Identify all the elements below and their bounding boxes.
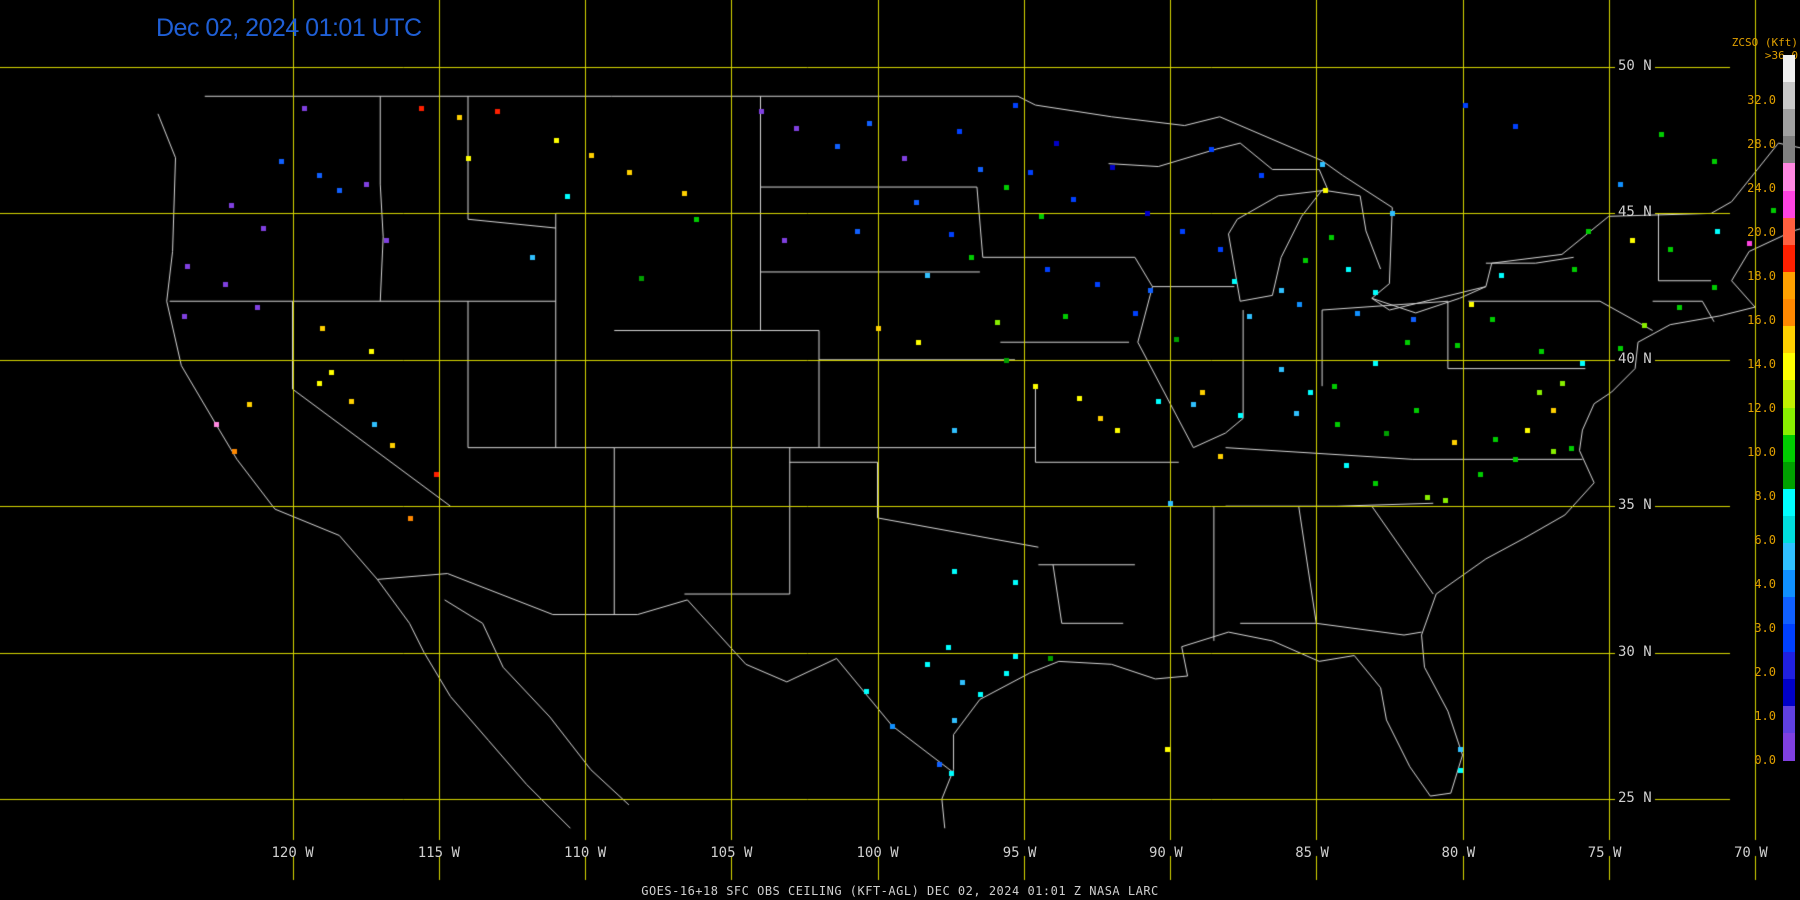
longitude-label: 120 W bbox=[271, 845, 314, 861]
latitude-label: 50 N bbox=[1618, 58, 1652, 74]
colorbar-tick-label: 8.0 bbox=[1754, 489, 1776, 503]
colorbar-swatch bbox=[1783, 543, 1795, 572]
colorbar-swatch bbox=[1783, 678, 1795, 707]
colorbar-tick-label: 14.0 bbox=[1747, 357, 1776, 371]
colorbar-swatch bbox=[1783, 407, 1795, 436]
colorbar-tick-label: 4.0 bbox=[1754, 577, 1776, 591]
longitude-label: 80 W bbox=[1441, 845, 1476, 861]
colorbar-swatch bbox=[1783, 570, 1795, 599]
latitude-label: 40 N bbox=[1618, 350, 1652, 367]
latitude-label: 25 N bbox=[1618, 790, 1652, 806]
longitude-label: 70 W bbox=[1734, 845, 1768, 861]
latitude-label: 30 N bbox=[1618, 643, 1652, 660]
colorbar-tick-label: 12.0 bbox=[1747, 401, 1776, 415]
longitude-label: 105 W bbox=[710, 845, 753, 861]
map-canvas bbox=[0, 0, 1800, 900]
colorbar-swatch bbox=[1783, 82, 1795, 111]
colorbar-swatch bbox=[1783, 271, 1795, 300]
longitude-label: 75 W bbox=[1587, 845, 1622, 861]
colorbar-swatch bbox=[1783, 244, 1795, 273]
colorbar-swatch bbox=[1783, 488, 1795, 517]
colorbar-swatch bbox=[1783, 380, 1795, 409]
latitude-label: 45 N bbox=[1618, 204, 1652, 221]
colorbar-tick-label: 10.0 bbox=[1747, 445, 1776, 459]
colorbar-swatch bbox=[1783, 353, 1795, 382]
colorbar-swatch bbox=[1783, 217, 1795, 246]
colorbar-tick-label: 24.0 bbox=[1747, 181, 1776, 195]
longitude-label: 85 W bbox=[1295, 845, 1329, 861]
longitude-label: 95 W bbox=[1002, 845, 1037, 861]
longitude-label: 115 W bbox=[417, 845, 460, 861]
colorbar-tick-label: 28.0 bbox=[1747, 137, 1776, 151]
colorbar-swatch bbox=[1783, 705, 1795, 734]
colorbar-tick-label: 3.0 bbox=[1754, 621, 1776, 635]
colorbar-tick-label: 0.0 bbox=[1754, 753, 1776, 767]
colorbar-swatch bbox=[1783, 326, 1795, 355]
longitude-label: 90 W bbox=[1149, 845, 1183, 861]
colorbar-title: ZCSO (Kft) bbox=[1731, 36, 1798, 49]
longitude-label: 110 W bbox=[564, 845, 607, 861]
colorbar-swatch bbox=[1783, 624, 1795, 653]
colorbar-swatch bbox=[1783, 461, 1795, 490]
latitude-label: 35 N bbox=[1618, 497, 1652, 514]
colorbar-tick-label: 1.0 bbox=[1754, 709, 1776, 723]
colorbar-tick-label: 32.0 bbox=[1747, 93, 1776, 107]
colorbar-swatch bbox=[1783, 109, 1795, 138]
colorbar-swatch bbox=[1783, 597, 1795, 626]
colorbar-swatch bbox=[1783, 163, 1795, 192]
colorbar-tick-label: 6.0 bbox=[1754, 533, 1776, 547]
colorbar-tick-label: 20.0 bbox=[1747, 225, 1776, 239]
colorbar-swatch bbox=[1783, 190, 1795, 219]
colorbar-swatch bbox=[1783, 515, 1795, 544]
footer-caption: GOES-16+18 SFC OBS CEILING (KFT-AGL) DEC… bbox=[641, 884, 1159, 898]
timestamp-title: Dec 02, 2024 01:01 UTC bbox=[156, 14, 422, 42]
longitude-label: 100 W bbox=[856, 845, 899, 861]
colorbar-swatch bbox=[1783, 55, 1795, 83]
colorbar-swatch bbox=[1783, 434, 1795, 463]
colorbar-swatch bbox=[1783, 651, 1795, 680]
colorbar-swatch bbox=[1783, 136, 1795, 165]
colorbar-tick-label: 2.0 bbox=[1754, 665, 1776, 679]
colorbar-swatch bbox=[1783, 299, 1795, 328]
colorbar-swatch bbox=[1783, 732, 1795, 761]
colorbar-tick-label: 18.0 bbox=[1747, 269, 1776, 283]
colorbar-tick-label: 16.0 bbox=[1747, 313, 1776, 327]
